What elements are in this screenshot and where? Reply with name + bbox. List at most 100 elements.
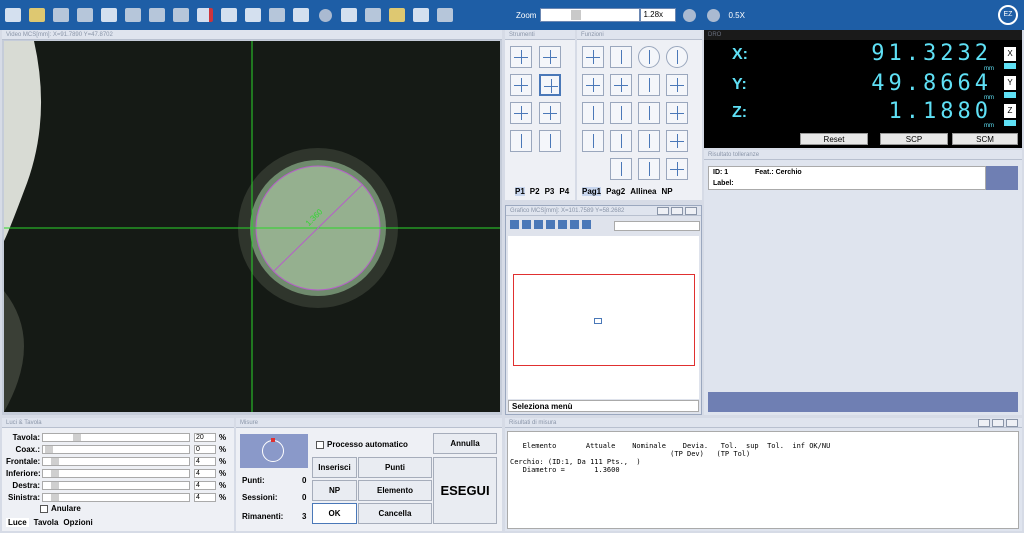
zoom-fit-icon[interactable] <box>558 220 567 229</box>
functions-page-pag1[interactable]: Pag1 <box>582 187 602 196</box>
circle-distance-icon[interactable] <box>666 130 688 152</box>
restore-icon[interactable] <box>671 207 683 215</box>
cancella-button[interactable]: Cancella <box>358 503 432 524</box>
paste-icon[interactable] <box>122 4 144 26</box>
zoom-out-icon[interactable] <box>678 4 700 26</box>
page-icon[interactable] <box>218 4 240 26</box>
restore-icon[interactable] <box>992 419 1004 427</box>
two-circles-icon[interactable] <box>638 102 660 124</box>
slider-destra-track[interactable] <box>42 480 190 490</box>
elemento-button[interactable]: Elemento <box>358 480 432 501</box>
webcam-icon[interactable] <box>410 4 432 26</box>
parallelogram-icon[interactable] <box>638 74 660 96</box>
print-icon[interactable] <box>74 4 96 26</box>
annulla-button[interactable]: Annulla <box>433 433 497 454</box>
export-icon[interactable] <box>146 4 168 26</box>
inserisci-button[interactable]: Inserisci <box>312 457 357 478</box>
dimension-icon[interactable] <box>582 220 591 229</box>
reset-button[interactable]: Reset <box>800 133 868 145</box>
arrow-tool-icon[interactable] <box>510 46 532 68</box>
fit-icon[interactable] <box>510 220 519 229</box>
point-icon[interactable] <box>582 46 604 68</box>
punti-button[interactable]: Punti <box>358 457 432 478</box>
layout-icon[interactable] <box>362 4 384 26</box>
zoom-in-icon[interactable] <box>702 4 724 26</box>
radius-icon[interactable] <box>610 158 632 180</box>
save-icon[interactable] <box>50 4 72 26</box>
copy-icon[interactable] <box>98 4 120 26</box>
circle-line-icon[interactable] <box>610 102 632 124</box>
box-tool-icon[interactable] <box>510 102 532 124</box>
zoom-select[interactable]: 1.28x <box>640 8 677 22</box>
scp-button[interactable]: SCP <box>880 133 948 145</box>
np-button[interactable]: NP <box>312 480 357 501</box>
slot-icon[interactable] <box>610 74 632 96</box>
slider-tavola-track[interactable] <box>42 432 190 442</box>
run-program-icon[interactable] <box>170 4 192 26</box>
tab-opzioni[interactable]: Opzioni <box>63 518 92 527</box>
scm-button[interactable]: SCM <box>952 133 1018 145</box>
cross-box-2-icon[interactable] <box>539 130 561 152</box>
tab-luce[interactable]: Luce <box>6 518 29 527</box>
tools-page-p2[interactable]: P2 <box>530 187 540 196</box>
dro-x-button[interactable]: X <box>1004 47 1016 61</box>
point-circle-2-icon[interactable] <box>638 130 660 152</box>
dro-y-button[interactable]: Y <box>1004 76 1016 90</box>
pan-icon[interactable] <box>546 220 555 229</box>
slider-inferiore-value[interactable]: 4 <box>194 468 216 478</box>
slider-destra-value[interactable]: 4 <box>194 480 216 490</box>
distance-icon[interactable] <box>666 102 688 124</box>
slider-sinistra-track[interactable] <box>42 492 190 502</box>
functions-page-pag2[interactable]: Pag2 <box>606 187 625 196</box>
processo-checkbox[interactable] <box>316 440 324 449</box>
point-circle-icon[interactable] <box>610 130 632 152</box>
circle-icon[interactable] <box>638 46 660 68</box>
functions-page-np[interactable]: NP <box>661 187 672 196</box>
edit-program-icon[interactable] <box>194 4 216 26</box>
box-tool-2-icon[interactable] <box>539 102 561 124</box>
perpendicular-icon[interactable] <box>582 130 604 152</box>
slider-sinistra-value[interactable]: 4 <box>194 492 216 502</box>
slider-tavola-value[interactable]: 20 <box>194 432 216 442</box>
dashed-line-icon[interactable] <box>666 74 688 96</box>
minimize-icon[interactable] <box>978 419 990 427</box>
line-icon[interactable] <box>610 46 632 68</box>
graph-canvas[interactable] <box>508 236 699 399</box>
graph-dropdown[interactable] <box>614 221 700 231</box>
open-folder-icon[interactable] <box>26 4 48 26</box>
slider-coax-track[interactable] <box>42 444 190 454</box>
intersect-icon[interactable] <box>582 102 604 124</box>
circle-tool-icon[interactable] <box>539 74 561 96</box>
sound-icon[interactable] <box>266 4 288 26</box>
tag-icon[interactable] <box>570 220 579 229</box>
esegui-button[interactable]: ESEGUI <box>433 457 497 524</box>
photo-icon[interactable] <box>434 4 456 26</box>
camera-view[interactable]: 1.360 <box>4 41 500 412</box>
minimize-icon[interactable] <box>657 207 669 215</box>
new-file-icon[interactable] <box>2 4 24 26</box>
tab-tavola[interactable]: Tavola <box>34 518 59 527</box>
image-icon[interactable] <box>386 4 408 26</box>
slider-coax-value[interactable]: 0 <box>194 444 216 454</box>
rectangle-icon[interactable] <box>582 74 604 96</box>
slider-frontale-value[interactable]: 4 <box>194 456 216 466</box>
close-icon[interactable] <box>1006 419 1018 427</box>
axes-icon[interactable] <box>290 4 312 26</box>
center-icon[interactable] <box>638 158 660 180</box>
tools-page-p1[interactable]: P1 <box>515 187 525 196</box>
resize-icon[interactable] <box>338 4 360 26</box>
slider-inferiore-track[interactable] <box>42 468 190 478</box>
results-text[interactable]: Elemento Attuale Nominale Devia. Tol. su… <box>507 431 1019 529</box>
tools-page-p3[interactable]: P3 <box>545 187 555 196</box>
anulare-checkbox[interactable] <box>40 504 48 513</box>
close-icon[interactable] <box>685 207 697 215</box>
zoom-slider[interactable] <box>540 8 641 22</box>
ellipse-icon[interactable] <box>666 46 688 68</box>
zoom-step[interactable]: 0.5X <box>728 11 744 20</box>
target-icon[interactable] <box>666 158 688 180</box>
pages-icon[interactable] <box>242 4 264 26</box>
edge-tool-icon[interactable] <box>510 74 532 96</box>
axis-icon[interactable] <box>522 220 531 229</box>
tools-page-p4[interactable]: P4 <box>559 187 569 196</box>
slider-frontale-track[interactable] <box>42 456 190 466</box>
